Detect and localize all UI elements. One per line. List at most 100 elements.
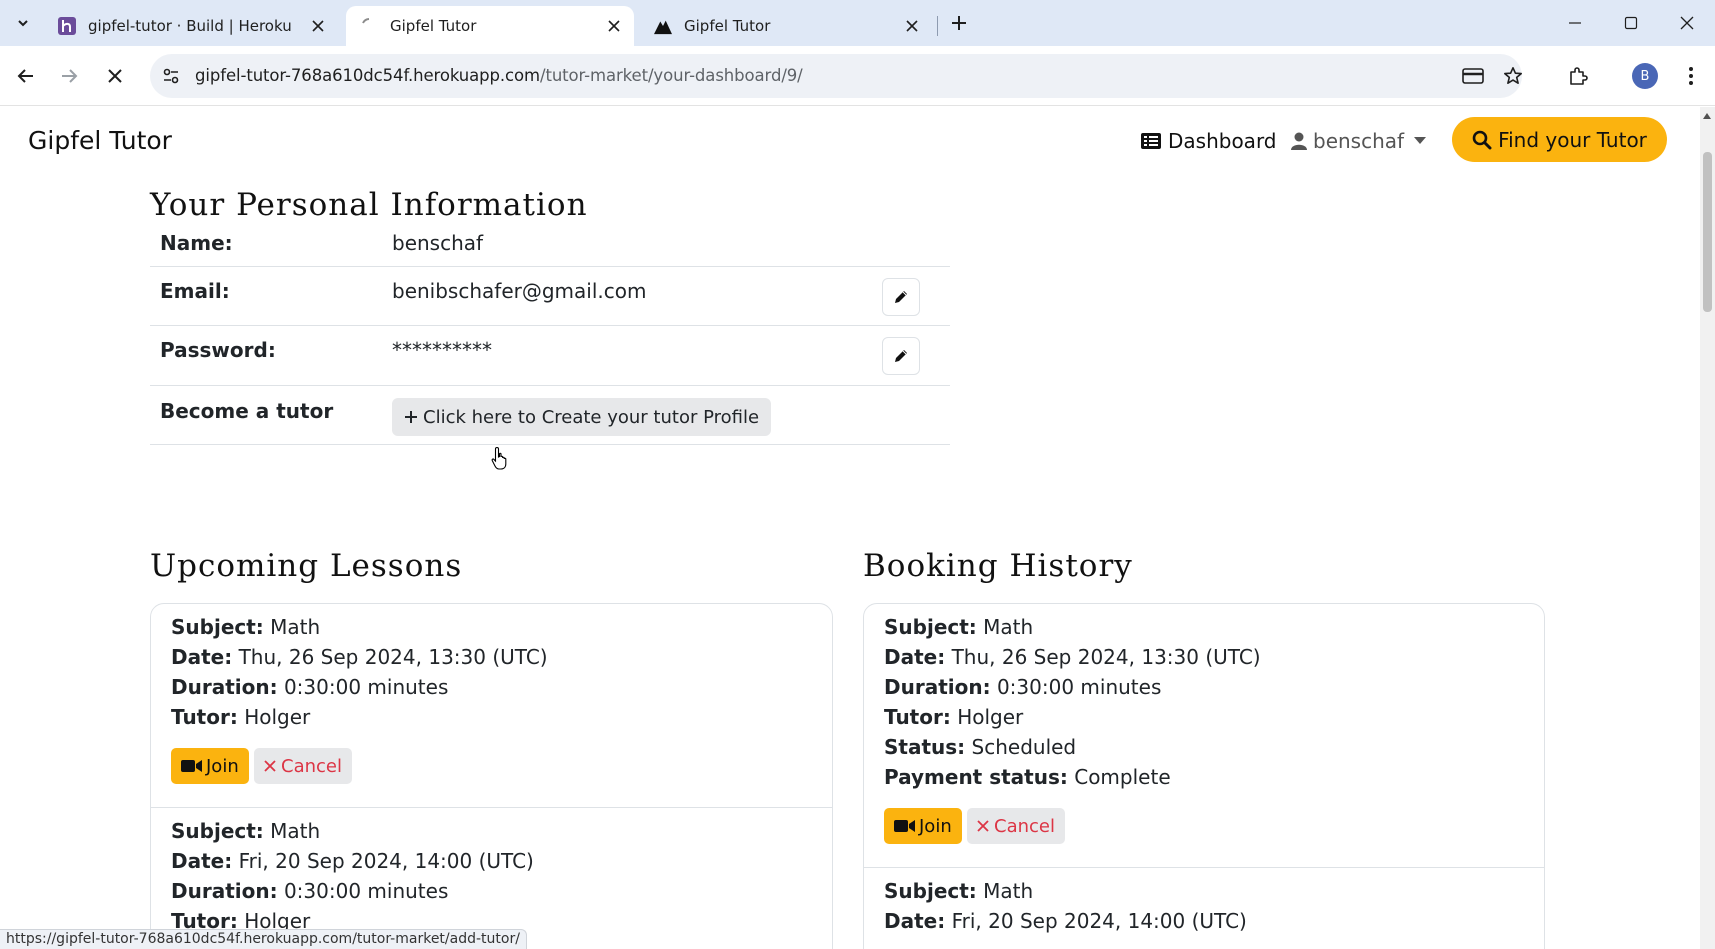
url-path: /tutor-market/your-dashboard/9/ <box>539 66 803 85</box>
booking-date: Date: Fri, 20 Sep 2024, 14:00 (UTC) <box>884 909 1247 933</box>
subject-value: Math <box>270 819 321 843</box>
browser-menu-button[interactable] <box>1673 58 1709 94</box>
close-window-button[interactable] <box>1659 0 1715 46</box>
user-menu-dropdown[interactable]: benschaf <box>1291 129 1427 153</box>
booking-subject: Subject: Math <box>884 615 1033 639</box>
tab-search-button[interactable] <box>9 9 37 37</box>
email-label: Email: <box>160 279 230 303</box>
duration-value: 0:30:00 minutes <box>996 675 1162 699</box>
close-icon[interactable] <box>308 16 328 36</box>
scroll-up-arrow-icon[interactable] <box>1703 113 1711 119</box>
booking-history-heading: Booking History <box>863 548 1133 584</box>
heroku-icon <box>58 17 76 35</box>
tab-title: gipfel-tutor · Build | Heroku <box>88 17 292 35</box>
date-value: Fri, 20 Sep 2024, 14:00 (UTC) <box>951 909 1247 933</box>
extensions-button[interactable] <box>1560 58 1596 94</box>
create-tutor-profile-button[interactable]: Click here to Create your tutor Profile <box>392 398 772 436</box>
date-value: Thu, 26 Sep 2024, 13:30 (UTC) <box>951 645 1261 669</box>
join-button[interactable]: Join <box>171 748 249 784</box>
chevron-down-icon <box>18 20 28 27</box>
payment-label: Payment status: <box>884 765 1068 789</box>
name-value: benschaf <box>392 231 484 255</box>
list-icon <box>1141 133 1161 149</box>
booking-status: Status: Scheduled <box>884 735 1076 759</box>
tab-strip: gipfel-tutor · Build | Heroku Gipfel Tut… <box>0 0 1715 46</box>
url-host: gipfel-tutor-768a610dc54f.herokuapp.com <box>195 66 540 85</box>
booking-item: Subject: Math Date: Thu, 26 Sep 2024, 13… <box>864 604 1544 868</box>
nav-dashboard-link[interactable]: Dashboard <box>1140 129 1277 153</box>
search-icon <box>1472 130 1492 149</box>
scrollbar-thumb[interactable] <box>1703 152 1712 312</box>
lesson-date: Date: Fri, 20 Sep 2024, 14:00 (UTC) <box>171 849 534 873</box>
card-icon[interactable] <box>1462 65 1484 87</box>
bookmark-star-icon[interactable] <box>1502 65 1524 87</box>
date-value: Fri, 20 Sep 2024, 14:00 (UTC) <box>238 849 534 873</box>
minimize-button[interactable] <box>1547 0 1603 46</box>
back-button[interactable] <box>8 58 44 94</box>
cancel-button[interactable]: Cancel <box>967 808 1065 844</box>
new-tab-button[interactable] <box>945 9 973 37</box>
lesson-item: Subject: Math Date: Thu, 26 Sep 2024, 13… <box>151 604 832 808</box>
cancel-label: Cancel <box>994 815 1055 837</box>
tab-gipfel[interactable]: Gipfel Tutor <box>642 6 932 46</box>
date-label: Date: <box>884 645 946 669</box>
tab-separator <box>937 16 938 36</box>
upcoming-lessons-heading: Upcoming Lessons <box>150 548 463 584</box>
name-label: Name: <box>160 231 233 255</box>
join-button[interactable]: Join <box>884 808 962 844</box>
join-label: Join <box>919 815 952 837</box>
booking-payment-status: Payment status: Complete <box>884 765 1171 789</box>
puzzle-icon <box>1570 67 1588 85</box>
become-tutor-row: Become a tutor Click here to Create your… <box>150 386 950 445</box>
subject-value: Math <box>983 615 1034 639</box>
subject-label: Subject: <box>171 615 264 639</box>
edit-password-button[interactable] <box>882 337 920 375</box>
lesson-subject: Subject: Math <box>171 819 320 843</box>
date-label: Date: <box>171 645 233 669</box>
create-tutor-profile-label: Click here to Create your tutor Profile <box>423 406 760 428</box>
lesson-tutor: Tutor: Holger <box>171 705 310 729</box>
edit-email-button[interactable] <box>882 278 920 316</box>
close-icon[interactable] <box>902 16 922 36</box>
close-icon[interactable] <box>604 16 624 36</box>
minimize-icon <box>1569 22 1581 24</box>
date-label: Date: <box>171 849 233 873</box>
subject-value: Math <box>983 879 1034 903</box>
email-value: benibschafer@gmail.com <box>392 279 647 303</box>
video-camera-icon <box>894 820 915 832</box>
tutor-value: Holger <box>957 705 1024 729</box>
arrow-left-icon <box>17 69 33 83</box>
tab-gipfel-active[interactable]: Gipfel Tutor <box>346 6 634 46</box>
booking-date: Date: Thu, 26 Sep 2024, 13:30 (UTC) <box>884 645 1261 669</box>
tutor-label: Tutor: <box>171 705 238 729</box>
booking-subject: Subject: Math <box>884 879 1033 903</box>
user-icon <box>1291 132 1307 150</box>
tutor-value: Holger <box>244 705 311 729</box>
profile-avatar[interactable]: B <box>1632 63 1658 89</box>
kebab-menu-icon <box>1689 67 1693 85</box>
duration-label: Duration: <box>171 675 278 699</box>
maximize-button[interactable] <box>1603 0 1659 46</box>
find-tutor-button[interactable]: Find your Tutor <box>1452 117 1667 162</box>
upcoming-lessons-card: Subject: Math Date: Thu, 26 Sep 2024, 13… <box>150 603 833 949</box>
subject-label: Subject: <box>884 615 977 639</box>
lesson-duration: Duration: 0:30:00 minutes <box>171 879 448 903</box>
cancel-button[interactable]: Cancel <box>254 748 352 784</box>
site-brand[interactable]: Gipfel Tutor <box>28 126 172 155</box>
site-settings-icon[interactable] <box>160 65 182 87</box>
lesson-item: Subject: Math Date: Fri, 20 Sep 2024, 14… <box>151 808 832 949</box>
email-row: Email: benibschafer@gmail.com <box>150 267 950 326</box>
duration-value: 0:30:00 minutes <box>283 879 449 903</box>
forward-button[interactable] <box>51 58 87 94</box>
link-status-bar: https://gipfel-tutor-768a610dc54f.heroku… <box>0 929 527 949</box>
tutor-label: Tutor: <box>884 705 951 729</box>
nav-dashboard-label: Dashboard <box>1168 129 1277 153</box>
stop-loading-button[interactable] <box>97 58 133 94</box>
subject-value: Math <box>270 615 321 639</box>
address-bar[interactable]: gipfel-tutor-768a610dc54f.herokuapp.com/… <box>150 54 1522 98</box>
lesson-duration: Duration: 0:30:00 minutes <box>171 675 448 699</box>
caret-down-icon <box>1414 137 1427 144</box>
duration-label: Duration: <box>171 879 278 903</box>
tab-heroku[interactable]: gipfel-tutor · Build | Heroku <box>46 6 338 46</box>
page-scrollbar[interactable] <box>1700 107 1715 949</box>
